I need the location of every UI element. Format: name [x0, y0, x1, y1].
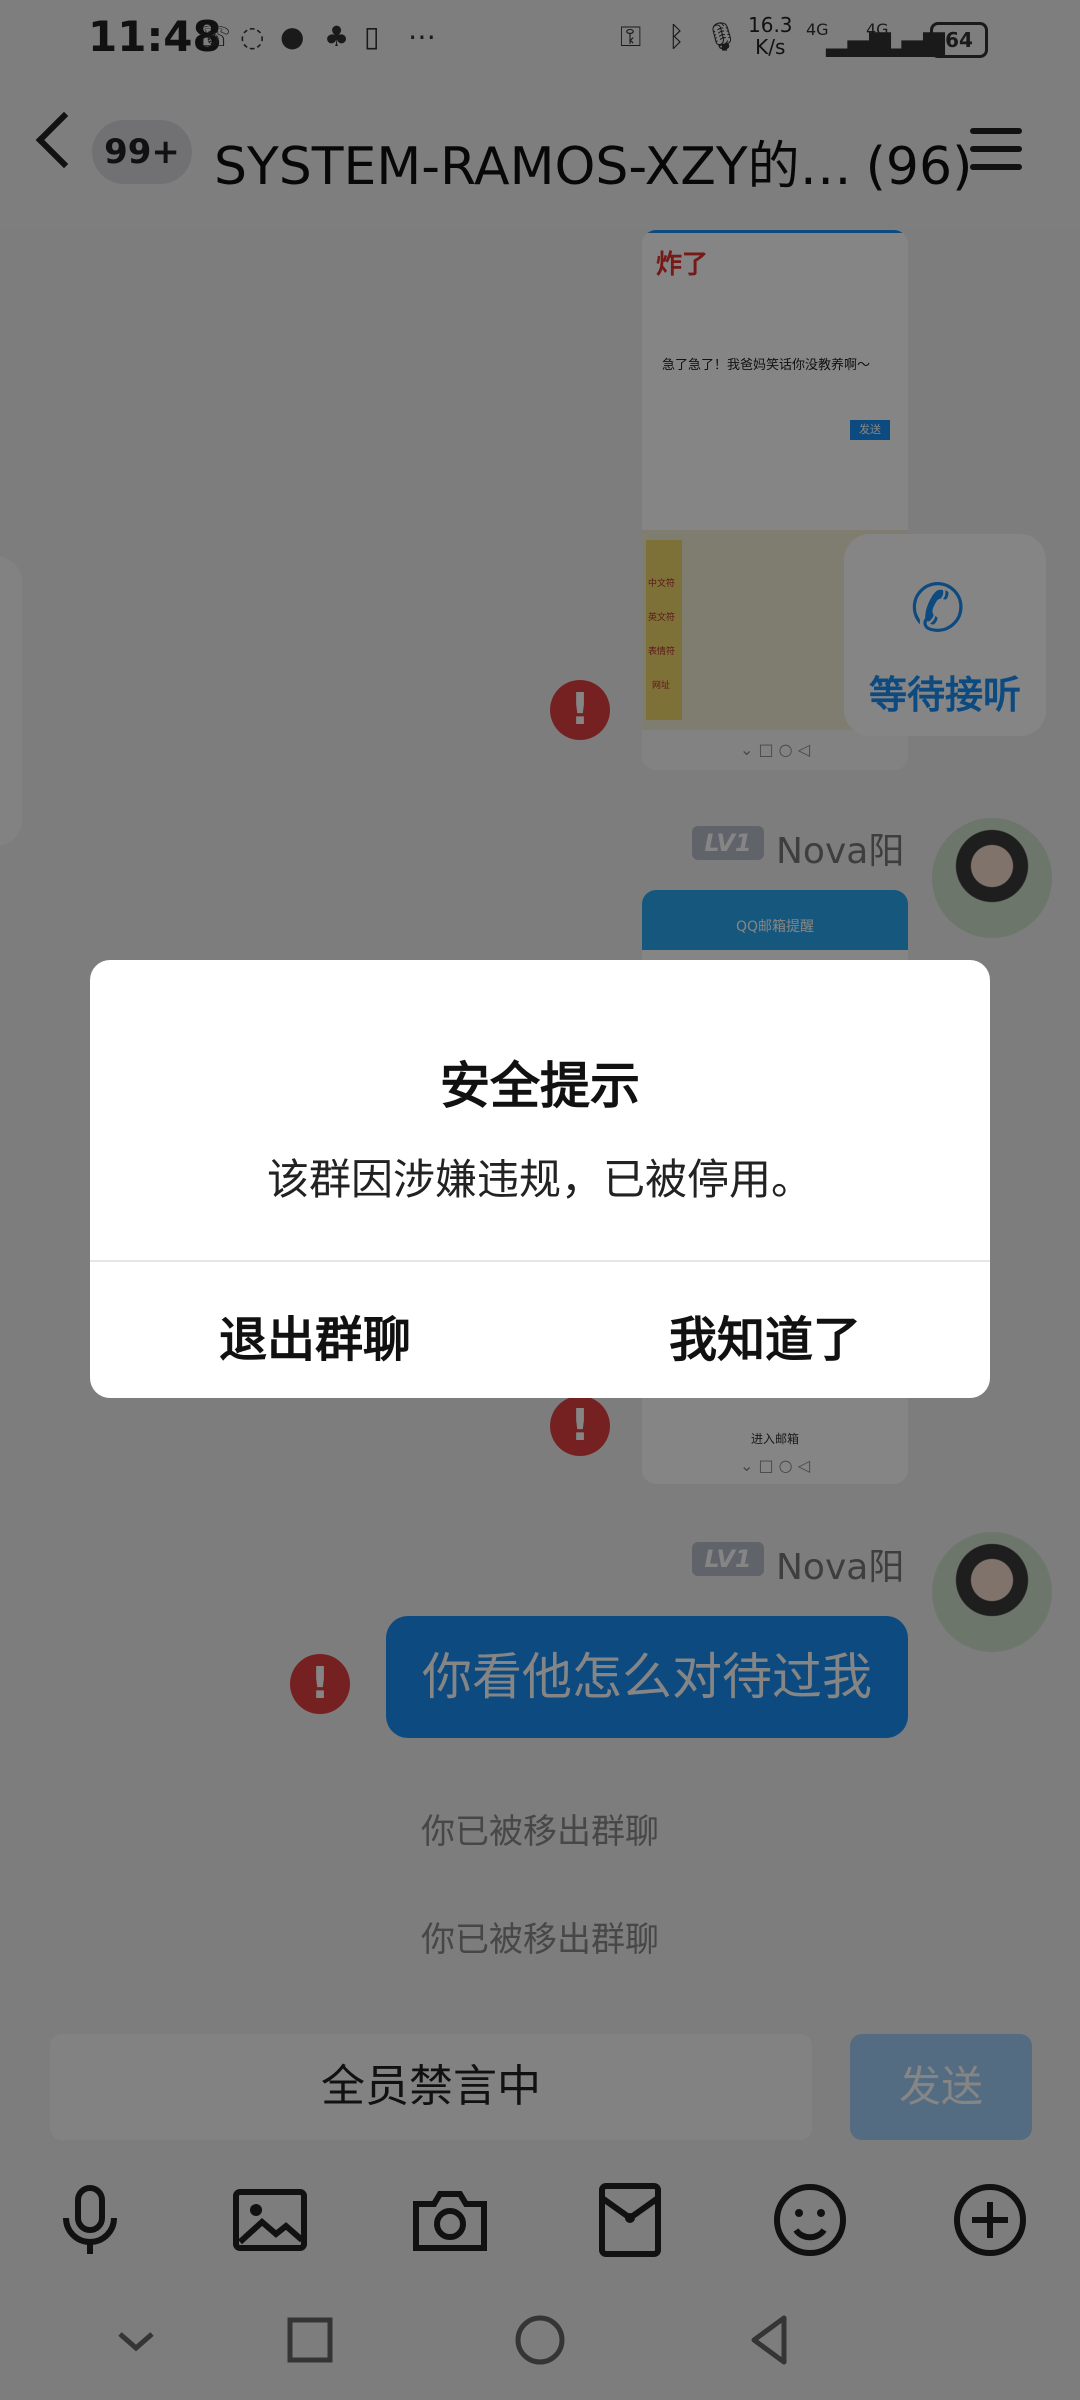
- dialog-message: 该群因涉嫌违规，已被停用。: [266, 1155, 813, 1204]
- acknowledge-button[interactable]: 我知道了: [540, 1300, 990, 1370]
- security-dialog: 安全提示 该群因涉嫌违规，已被停用。 退出群聊 我知道了: [90, 960, 990, 1398]
- dialog-divider: [90, 1260, 990, 1262]
- dialog-title: 安全提示: [440, 1057, 640, 1115]
- exit-group-button[interactable]: 退出群聊: [90, 1300, 540, 1370]
